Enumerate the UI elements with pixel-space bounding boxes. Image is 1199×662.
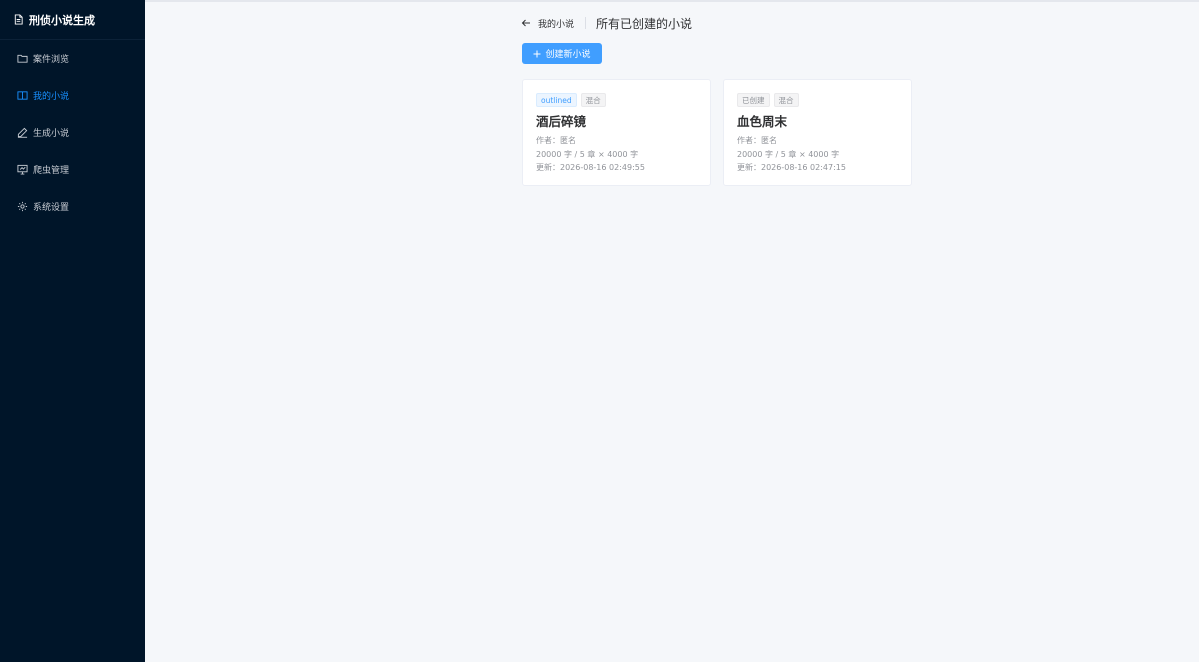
app-title: 刑侦小说生成 [29,13,95,27]
create-novel-button[interactable]: 创建新小说 [522,43,602,64]
sidebar-item-generate-novel[interactable]: 生成小说 [0,114,145,151]
novel-card[interactable]: 已创建 混合 血色周末 作者：匿名 20000 字 / 5 章 × 4000 字… [723,79,912,186]
novel-title: 酒后碎镜 [536,114,587,129]
folder-icon [17,53,28,64]
app-brand: 刑侦小说生成 [0,0,145,40]
sidebar-item-crawler[interactable]: 爬虫管理 [0,151,145,188]
sidebar-item-my-novels[interactable]: 我的小说 [0,77,145,114]
sidebar-item-case-browse[interactable]: 案件浏览 [0,40,145,77]
novel-card[interactable]: outlined 混合 酒后碎镜 作者：匿名 20000 字 / 5 章 × 4… [522,79,711,186]
sidebar-item-settings[interactable]: 系统设置 [0,188,145,225]
page-title: 所有已创建的小说 [596,16,693,31]
novel-updated: 更新：2026-08-16 02:49:55 [536,163,645,172]
novel-title: 血色周末 [737,114,788,129]
plus-icon [533,50,541,57]
status-badge: 已创建 [737,93,770,107]
novel-updated: 更新：2026-08-16 02:47:15 [737,163,846,172]
header-divider [585,17,587,29]
novel-meta: 作者：匿名 20000 字 / 5 章 × 4000 字 更新：2026-08-… [737,134,898,175]
page-header: 我的小说 所有已创建的小说 [521,14,692,32]
sidebar-item-label: 案件浏览 [33,55,70,65]
sidebar-menu: 案件浏览 我的小说 生成小说 爬虫管理 系统设置 [0,40,145,225]
main-content: 我的小说 所有已创建的小说 创建新小说 outlined 混合 酒后碎镜 作者：… [145,0,1199,662]
novel-author: 作者：匿名 [737,136,777,145]
genre-badge: 混合 [580,93,606,107]
back-label: 我的小说 [538,19,575,30]
monitor-icon [17,164,28,175]
book-icon [17,90,28,101]
novel-length: 20000 字 / 5 章 × 4000 字 [536,149,639,159]
novel-length: 20000 字 / 5 章 × 4000 字 [737,149,840,159]
novel-tags: outlined 混合 [536,93,697,107]
document-icon [13,13,25,26]
sidebar-item-label: 系统设置 [33,203,70,213]
sidebar: 刑侦小说生成 案件浏览 我的小说 生成小说 爬虫管理 系统设置 [0,0,145,662]
novel-meta: 作者：匿名 20000 字 / 5 章 × 4000 字 更新：2026-08-… [536,134,697,175]
sidebar-item-label: 爬虫管理 [33,166,70,176]
create-novel-label: 创建新小说 [545,50,591,60]
status-badge: outlined [536,93,577,107]
sidebar-item-label: 生成小说 [33,129,70,139]
genre-badge: 混合 [773,93,799,107]
novel-author: 作者：匿名 [536,136,576,145]
pen-icon [17,127,28,138]
novel-tags: 已创建 混合 [737,93,898,107]
gear-icon [17,201,28,212]
arrow-left-icon [521,19,530,27]
back-button[interactable]: 我的小说 [521,17,574,30]
sidebar-item-label: 我的小说 [33,92,70,102]
